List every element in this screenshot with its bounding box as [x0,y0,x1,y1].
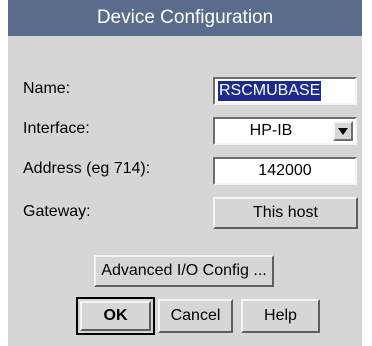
name-value: RSCMUBASE [218,81,322,101]
gateway-label: Gateway: [23,203,91,220]
dialog-title: Device Configuration [8,0,362,36]
ok-button[interactable]: OK [80,301,151,331]
cancel-button[interactable]: Cancel [158,299,233,333]
name-input[interactable]: RSCMUBASE [213,77,357,105]
gateway-button[interactable]: This host [213,197,358,229]
ok-button-default-frame: OK [76,297,155,335]
address-label: Address (eg 714): [23,160,151,177]
interface-label: Interface: [23,120,90,137]
name-label: Name: [23,80,71,97]
interface-select[interactable]: HP-IB [213,117,357,145]
interface-value: HP-IB [249,122,293,139]
device-configuration-dialog: Device Configuration Name: RSCMUBASE Int… [8,0,362,346]
advanced-io-config-button[interactable]: Advanced I/O Config ... [94,255,274,287]
help-button[interactable]: Help [241,299,320,333]
address-input[interactable]: 142000 [213,157,357,185]
chevron-down-icon[interactable] [333,121,353,141]
